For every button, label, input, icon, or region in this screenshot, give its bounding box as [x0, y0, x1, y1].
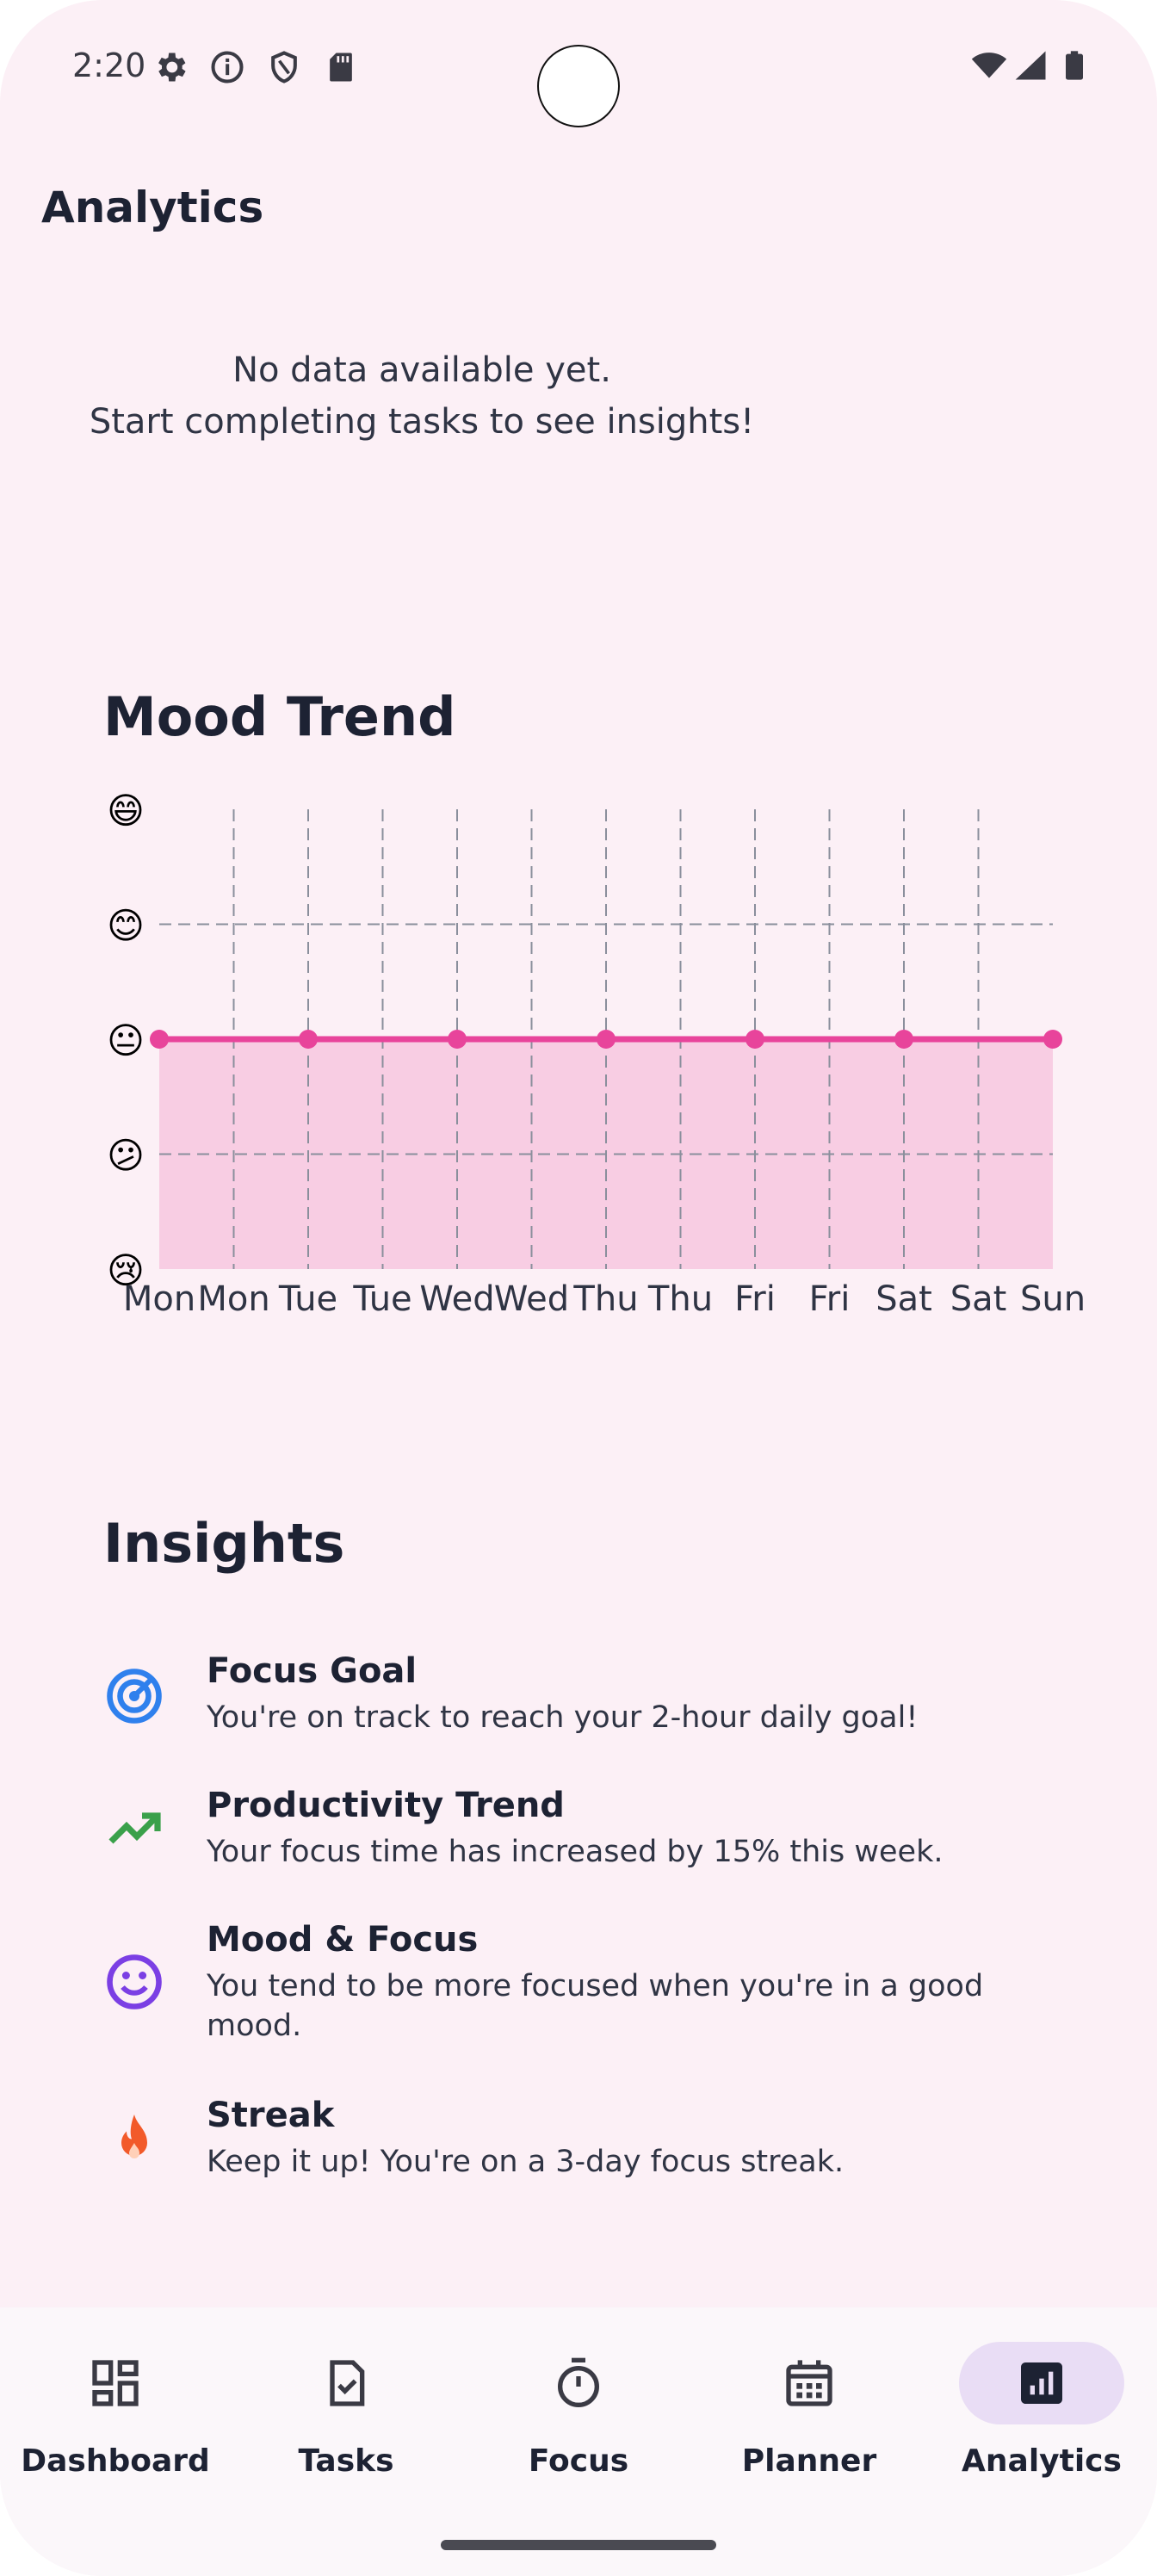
- shield-icon: [271, 51, 297, 84]
- x-tick-label: Tue: [352, 1279, 411, 1319]
- flame-icon: [121, 2115, 147, 2158]
- x-tick-label: Mon: [123, 1279, 195, 1319]
- empty-state-line-2: Start completing tasks to see insights!: [89, 402, 755, 442]
- task-check-icon: [330, 2360, 365, 2406]
- insight-text: You tend to be more focused when you're …: [207, 1969, 984, 2043]
- x-tick-label: Wed: [419, 1279, 494, 1319]
- front-camera-cutout: [537, 45, 620, 127]
- target-icon: [107, 1669, 162, 1724]
- y-tick-label: 😕: [107, 1135, 145, 1177]
- x-tick-label: Fri: [734, 1279, 776, 1319]
- insight-text: Keep it up! You're on a 3-day focus stre…: [207, 2145, 845, 2179]
- data-point: [894, 1030, 913, 1049]
- x-tick-label: Sat: [950, 1279, 1007, 1319]
- calendar-icon: [786, 2360, 832, 2406]
- insights-title: Insights: [103, 1512, 345, 1575]
- status-time: 2:20: [72, 46, 146, 84]
- nav-item-planner[interactable]: Planner: [694, 2342, 925, 2514]
- x-tick-label: Mon: [197, 1279, 269, 1319]
- x-tick-label: Sun: [1020, 1279, 1086, 1319]
- mood-trend-chart: 😢😕😐😊😄Mon Mon Tue Tue Wed Wed Thu Thu Fri Fri Sat Sa…: [107, 790, 1086, 1319]
- insight-title: Streak: [207, 2096, 335, 2135]
- insight-title: Focus Goal: [207, 1651, 418, 1691]
- dashboard-icon: [92, 2360, 139, 2406]
- page-title: Analytics: [41, 183, 264, 232]
- signal-icon: [1015, 51, 1046, 80]
- gear-icon: [158, 53, 186, 82]
- insight-title: Mood & Focus: [207, 1920, 479, 1960]
- nav-label: Planner: [741, 2443, 877, 2479]
- info-icon: [211, 51, 244, 84]
- data-point: [1043, 1030, 1062, 1049]
- data-point: [746, 1030, 764, 1049]
- data-point: [299, 1030, 318, 1049]
- empty-state-message: No data available yet. Start completing …: [77, 344, 766, 448]
- battery-icon: [1066, 51, 1083, 80]
- mood-trend-title: Mood Trend: [103, 685, 456, 748]
- app-screen: 2:20 Analytics No data available yet. St…: [0, 0, 1157, 2576]
- nav-item-tasks[interactable]: Tasks: [231, 2342, 461, 2514]
- insight-text: Your focus time has increased by 15% thi…: [207, 1835, 944, 1869]
- nav-item-dashboard[interactable]: Dashboard: [0, 2342, 231, 2514]
- x-tick-label: Wed: [494, 1279, 569, 1319]
- x-tick-label: Thu: [647, 1279, 713, 1319]
- nav-label: Dashboard: [21, 2443, 210, 2479]
- nav-item-focus[interactable]: Focus: [463, 2342, 694, 2514]
- data-point: [448, 1030, 467, 1049]
- x-tick-label: Thu: [572, 1279, 638, 1319]
- insight-title: Productivity Trend: [207, 1786, 565, 1825]
- x-tick-label: Sat: [875, 1279, 932, 1319]
- y-tick-label: 😄: [107, 790, 145, 832]
- nav-label: Focus: [528, 2443, 629, 2479]
- nav-label: Tasks: [298, 2443, 394, 2479]
- x-tick-label: Tue: [278, 1279, 337, 1319]
- nav-label: Analytics: [962, 2443, 1122, 2479]
- empty-state-line-1: No data available yet.: [232, 350, 611, 390]
- wifi-icon: [971, 53, 1007, 78]
- smiley-icon: [107, 1954, 162, 2009]
- insight-text: You're on track to reach your 2-hour dai…: [207, 1700, 919, 1735]
- analytics-icon: [1021, 2362, 1062, 2404]
- nav-item-analytics[interactable]: Analytics: [926, 2342, 1157, 2514]
- timer-icon: [558, 2357, 599, 2407]
- data-point: [150, 1030, 169, 1049]
- trending-up-icon: [108, 1812, 161, 1844]
- sd-card-icon: [330, 53, 352, 82]
- home-indicator: [441, 2540, 716, 2550]
- bottom-navigation: Dashboard Tasks Focus Planner Analytics: [0, 2307, 1157, 2576]
- y-tick-label: 😐: [107, 1019, 145, 1062]
- y-tick-label: 😊: [107, 905, 145, 947]
- x-tick-label: Fri: [809, 1279, 851, 1319]
- data-point: [597, 1030, 616, 1049]
